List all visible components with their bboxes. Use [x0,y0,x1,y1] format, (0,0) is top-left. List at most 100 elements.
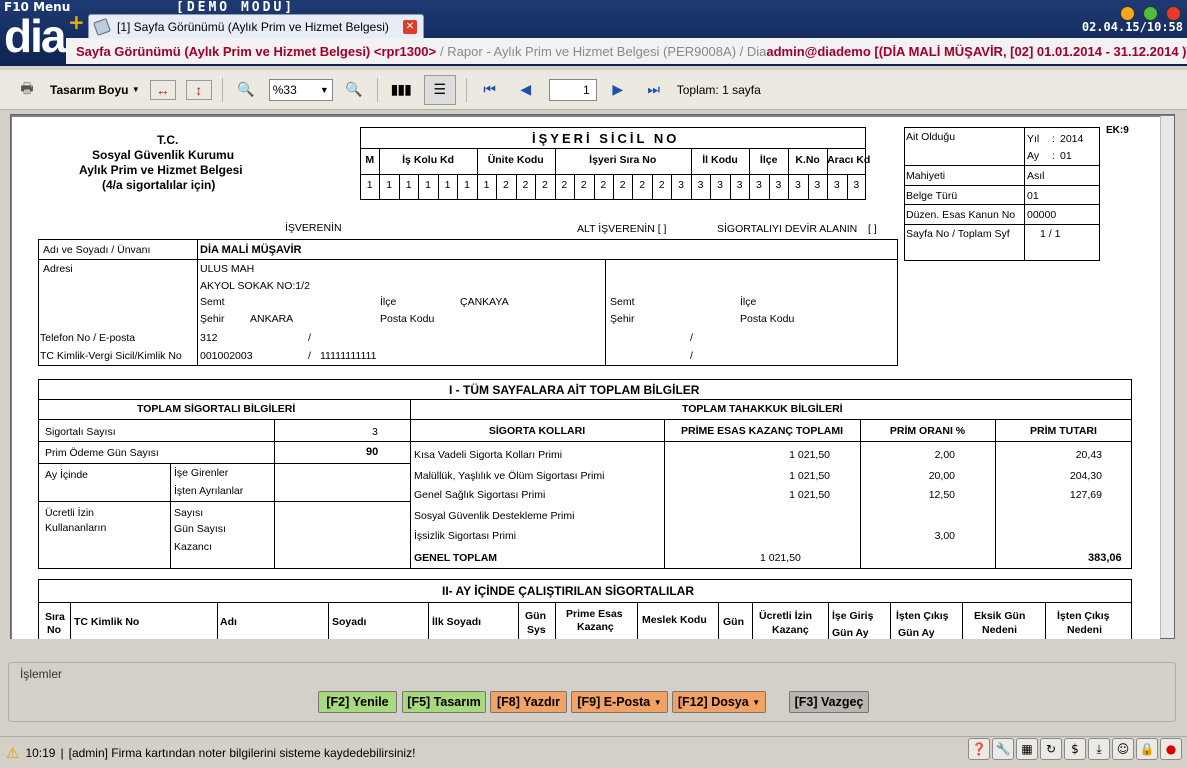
zoom-out-icon[interactable]: 🔍 [233,77,259,103]
line [827,148,829,174]
s2-ucretli-izin: Ücretli İzin [759,610,813,622]
help-icon[interactable]: ❓ [968,738,990,760]
last-page-icon[interactable]: ⏭ [641,77,667,103]
sicil-col-6: K.No [795,154,820,166]
zoom-select[interactable]: %33 ▼ [268,78,333,101]
line [379,148,381,174]
fit-height-icon[interactable]: ↕ [185,79,212,100]
s2-ilk-soyadi: İlk Soyadı [432,616,482,628]
line [410,441,1132,442]
sync-icon[interactable]: ↻ [1040,738,1062,760]
tahakkuk-oran: 12,50 [928,489,955,501]
design-size-dropdown[interactable]: Tasarım Boyu ▼ [50,77,140,103]
tahakkuk-tutar: 20,43 [1075,449,1102,461]
cancel-button[interactable]: [F3] Vazgeç [789,691,869,713]
close-window-icon[interactable] [1166,6,1181,21]
zoom-in-icon[interactable]: 🔍 [341,77,367,103]
ay-value: 01 [1060,150,1072,162]
fit-width-icon[interactable]: ↔ [149,79,176,100]
line [38,441,410,442]
line [828,602,829,639]
minimize-icon[interactable] [1120,6,1135,21]
previous-page-icon[interactable]: ◀ [513,77,539,103]
sicil-col-5: İlçe [759,154,778,166]
page-number-input[interactable]: 1 [548,78,597,101]
design-button[interactable]: [F5] Tasarım [402,691,486,713]
status-time: 10:19 [25,745,56,760]
sicil-digit: 1 [483,179,490,191]
breadcrumb: Sayfa Görünümü (Aylık Prim ve Hizmet Bel… [66,38,1187,64]
line [632,174,634,200]
ilce-label-2: İlçe [740,296,757,308]
stop-icon[interactable]: ● [1160,738,1182,760]
s2-adi: Adı [220,616,237,628]
sicil-col-7: Aracı Kd [827,154,871,166]
line [827,174,829,200]
line [637,602,638,639]
devir-label: SİGORTALIYI DEVİR ALANIN [717,223,858,235]
tahakkuk-header-3: PRİM TUTARI [1030,425,1097,437]
line [476,174,478,200]
lock-icon[interactable]: 🔒 [1136,738,1158,760]
print-button[interactable]: [F8] Yazdır [490,691,567,713]
belge-label: Belge Türü [906,190,958,202]
tahakkuk-kazanc: 1 021,50 [789,489,830,501]
page-number: 1 [583,82,590,97]
sicil-col-1: İş Kolu Kd [402,154,455,166]
smiley-icon[interactable]: ☺ [1112,738,1134,760]
currency-icon[interactable]: $ [1064,738,1086,760]
sicil-col-0: M [365,154,375,166]
barcode-icon[interactable]: ▮▮▮ [388,77,414,103]
line [788,174,790,200]
s2-gun-ay1: Gün Ay [832,627,869,639]
refresh-button[interactable]: [F2] Yenile [318,691,397,713]
line [904,204,1100,205]
tahakkuk-name: Sosyal Güvenlik Destekleme Primi [414,510,575,522]
download-icon[interactable]: ⤓ [1088,738,1110,760]
new-tab-plus-icon[interactable]: + [68,12,85,32]
line [593,174,595,200]
next-page-icon[interactable]: ▶ [605,77,631,103]
alt-isveren-label: ALT İŞVERENİN [ ] [577,223,667,235]
mahiyet-value: Asıl [1027,170,1045,182]
print-icon[interactable]: 🖶 [14,77,40,103]
line [752,602,753,639]
tahakkuk-name: Malüllük, Yaşlılık ve Ölüm Sigortası Pri… [414,470,605,482]
s2-sys: Sys [527,624,546,636]
genel-kazanc: 1 021,50 [760,552,801,564]
line [38,259,898,260]
s2-isten-cikis2: İşten Çıkış [1057,610,1110,622]
file-button[interactable]: [F12] Dosya ▼ [672,691,766,713]
report-sgk: Sosyal Güvenlik Kurumu [92,148,235,162]
tools-icon[interactable]: 🔧 [992,738,1014,760]
sicil-digit: 2 [600,179,607,191]
line [515,174,517,200]
tahakkuk-oran: 2,00 [934,449,955,461]
first-page-icon[interactable]: ⏮ [477,77,503,103]
tab-sayfa-gorunumu[interactable]: [1] Sayfa Görünümü (Aylık Prim ve Hizmet… [88,14,424,38]
sicil-title: İŞYERİ SİCİL NO [532,131,680,146]
sayfa-label: Sayfa No / Toplam Syf [906,228,1010,240]
s2-soyadi: Soyadı [332,616,367,628]
section-2-title: II- AY İÇİNDE ÇALIŞTIRILAN SİGORTALILAR [442,584,695,598]
actions-group-label: İşlemler [18,667,65,681]
line [749,174,751,200]
slash: / [308,332,311,344]
calculator-icon[interactable]: ▦ [1016,738,1038,760]
maximize-icon[interactable] [1143,6,1158,21]
sicil-digit: 1 [405,179,412,191]
tahakkuk-header-1: PRİME ESAS KAZANÇ TOPLAMI [681,425,843,437]
sehir-label: Şehir [200,313,225,325]
line [457,174,459,200]
kazanc-label: Kazancı [174,541,212,553]
email-button[interactable]: [F9] E-Posta ▼ [571,691,668,713]
sigortali-label: Sigortalı Sayısı [45,426,116,438]
tahakkuk-oran: 3,00 [934,530,955,542]
gun-sayisi-label: Gün Sayısı [174,523,226,535]
close-tab-icon[interactable]: ✕ [403,19,417,34]
page-view-icon[interactable]: ☰ [423,74,456,105]
posta-label: Posta Kodu [380,313,435,325]
genel-toplam-label: GENEL TOPLAM [414,552,498,564]
vertical-scrollbar[interactable] [1160,116,1174,638]
sicil-digit: 1 [386,179,393,191]
